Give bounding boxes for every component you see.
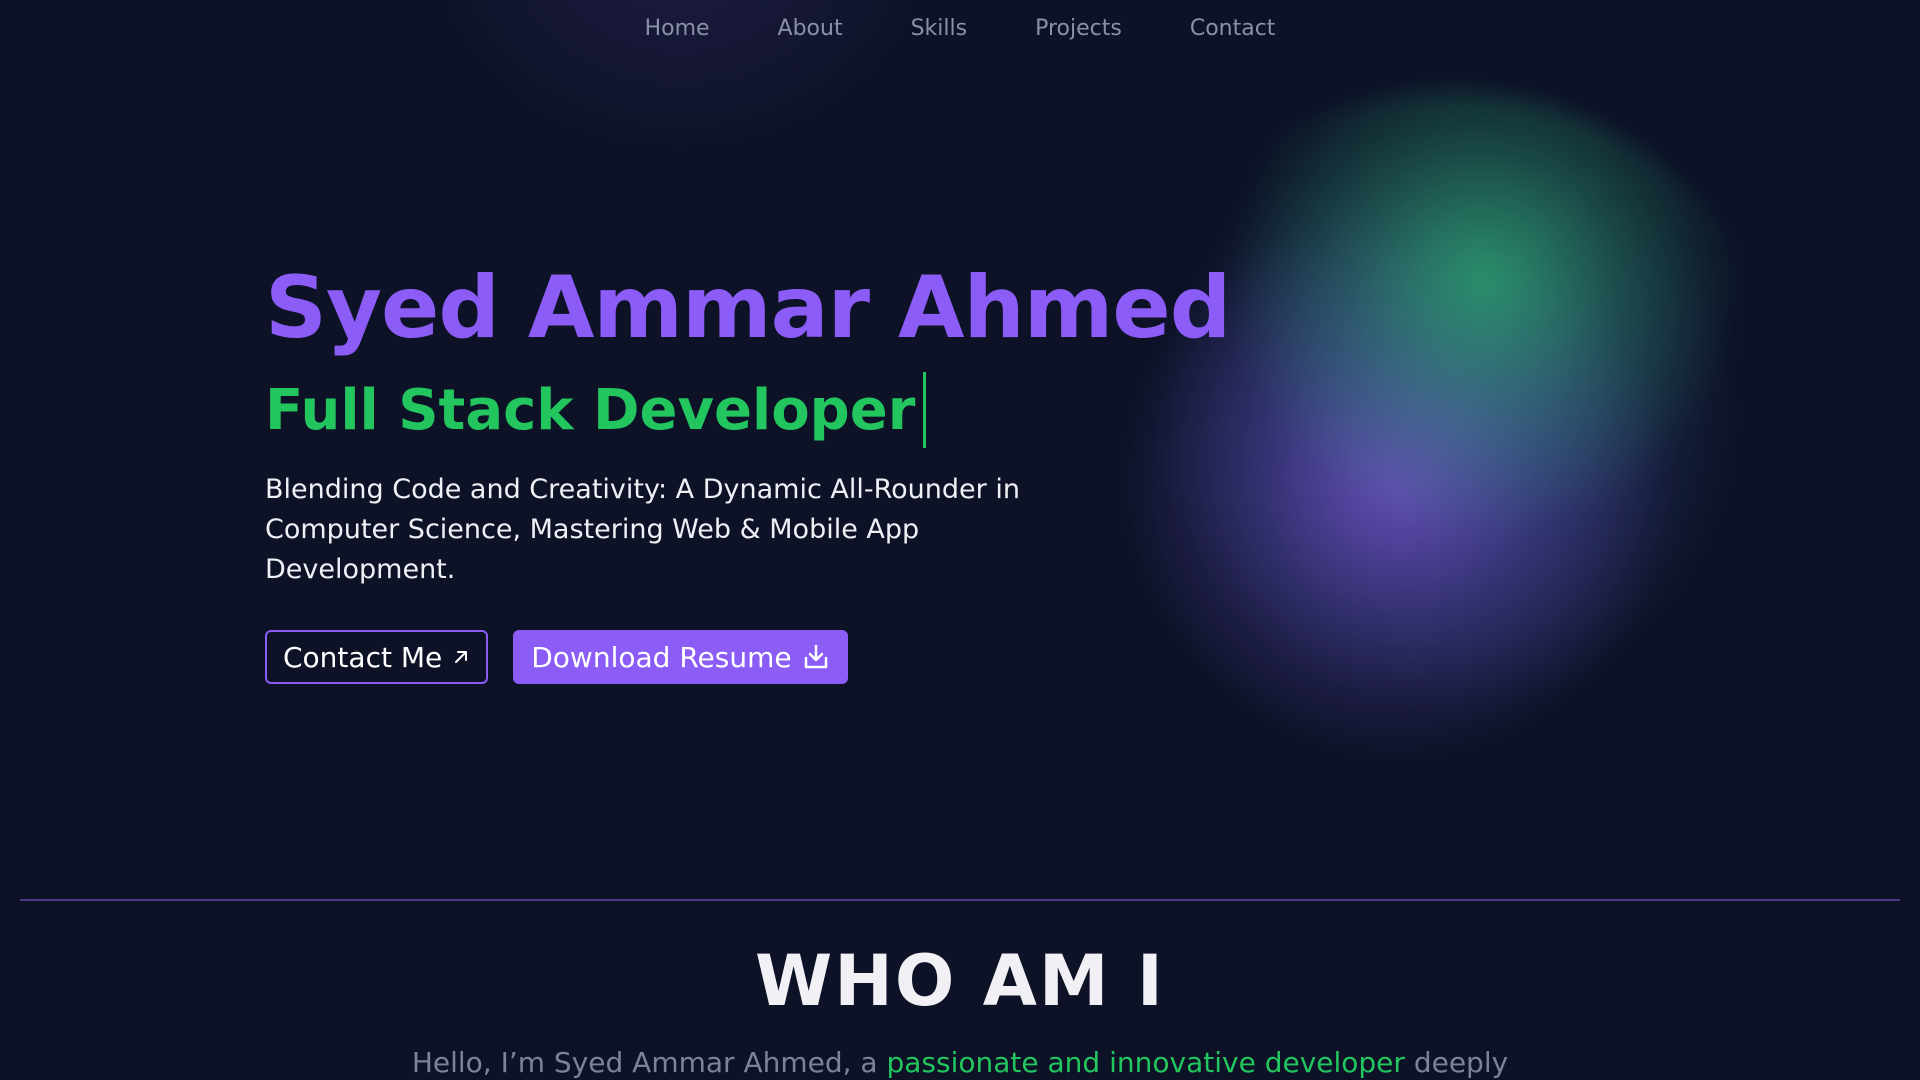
about-intro-highlight: passionate and innovative developer	[886, 1046, 1405, 1079]
hero-tagline: Blending Code and Creativity: A Dynamic …	[265, 474, 1020, 585]
top-navigation: Home About Skills Projects Contact	[0, 0, 1920, 58]
nav-projects-link[interactable]: Projects	[1001, 0, 1156, 58]
about-section-title: WHO AM I	[755, 940, 1165, 1022]
about-intro-prefix: Hello, I’m Syed Ammar Ahmed, a	[411, 1046, 887, 1079]
gradient-orb	[1110, 90, 1790, 770]
about-intro: Hello, I’m Syed Ammar Ahmed, a passionat…	[0, 1046, 1920, 1079]
hero-buttons: Contact Me Download Resume	[265, 630, 1165, 684]
typing-caret	[923, 372, 927, 448]
about-intro-suffix: deeply	[1404, 1046, 1509, 1079]
download-resume-label: Download Resume	[531, 640, 792, 674]
download-resume-button[interactable]: Download Resume	[513, 630, 848, 684]
contact-me-button[interactable]: Contact Me	[265, 630, 489, 684]
section-divider	[20, 899, 1900, 901]
nav-home-link[interactable]: Home	[611, 0, 744, 58]
hero-section: Syed Ammar Ahmed Full Stack Developer Bl…	[265, 258, 1231, 684]
nav-about-link[interactable]: About	[744, 0, 877, 58]
contact-me-label: Contact Me	[283, 640, 443, 674]
nav-skills-link[interactable]: Skills	[877, 0, 1002, 58]
role-line: Full Stack Developer	[265, 372, 1165, 448]
hero-role: Full Stack Developer	[265, 377, 916, 443]
download-icon	[804, 644, 827, 669]
arrow-up-right-icon	[455, 651, 468, 663]
portfolio-page: Home About Skills Projects Contact Syed …	[0, 0, 1920, 1080]
hero-name: Syed Ammar Ahmed	[265, 258, 1231, 358]
nav-contact-link[interactable]: Contact	[1156, 0, 1310, 58]
